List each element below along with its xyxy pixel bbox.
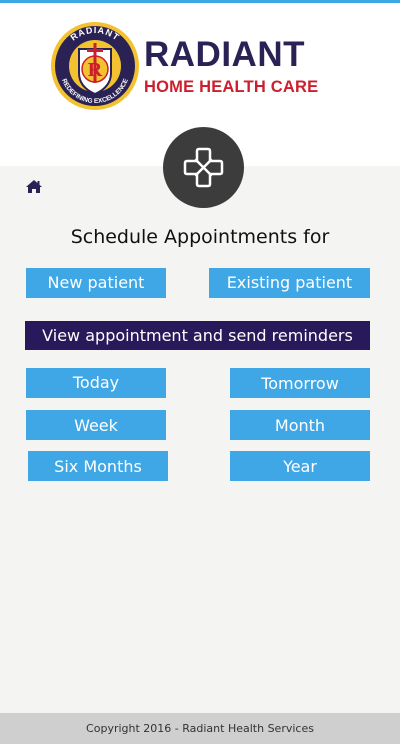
- week-button[interactable]: Week: [26, 410, 166, 440]
- home-icon[interactable]: [25, 179, 43, 194]
- brand-subtitle: HOME HEALTH CARE: [144, 78, 319, 96]
- radiant-logo: R RADIANT REDEFINING EXCELLENCE RADIANT …: [50, 21, 340, 113]
- copyright-text: Copyright 2016 - Radiant Health Services: [86, 722, 314, 735]
- hub-button[interactable]: [163, 127, 244, 208]
- existing-patient-button[interactable]: Existing patient: [209, 268, 370, 298]
- month-button[interactable]: Month: [230, 410, 370, 440]
- six-months-button[interactable]: Six Months: [28, 451, 168, 481]
- radiant-emblem-icon: R RADIANT REDEFINING EXCELLENCE: [51, 22, 139, 110]
- tomorrow-button[interactable]: Tomorrow: [230, 368, 370, 398]
- page-title: Schedule Appointments for: [70, 226, 330, 248]
- year-button[interactable]: Year: [230, 451, 370, 481]
- hospital-cross-icon: [183, 147, 224, 188]
- today-button[interactable]: Today: [26, 368, 166, 398]
- view-appointments-button[interactable]: View appointment and send reminders: [25, 321, 370, 350]
- new-patient-button[interactable]: New patient: [26, 268, 166, 298]
- brand-name: RADIANT: [144, 35, 305, 74]
- footer: Copyright 2016 - Radiant Health Services: [0, 713, 400, 744]
